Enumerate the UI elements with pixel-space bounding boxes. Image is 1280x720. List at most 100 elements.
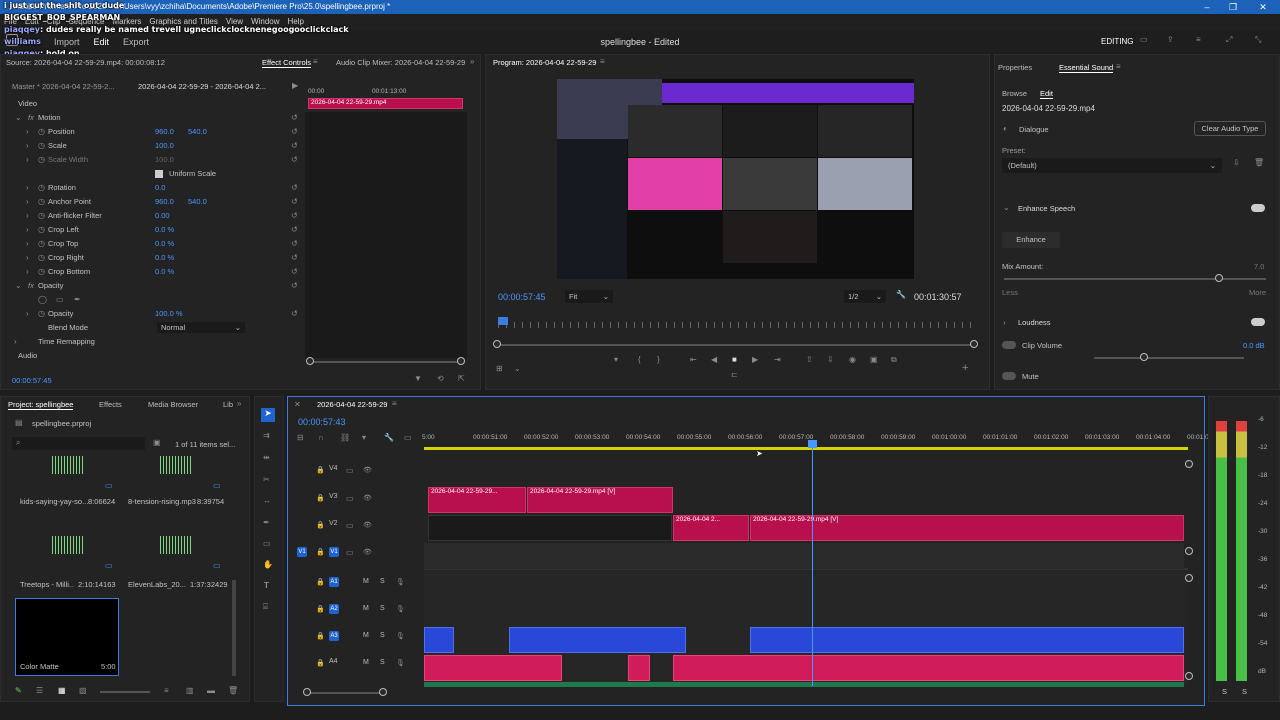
mark-out-icon[interactable]: } xyxy=(657,355,660,364)
trim-icon[interactable]: ⊏ xyxy=(731,370,738,379)
video-clip[interactable]: 2026-04-04 22-59-29... xyxy=(428,487,526,513)
sync-lock-icon[interactable]: ▭ xyxy=(346,521,354,530)
captions-tool-icon[interactable]: ⌸ xyxy=(263,602,268,612)
ellipse-mask-icon[interactable]: ◯ xyxy=(38,295,47,304)
reset-icon[interactable]: ↺ xyxy=(291,281,298,290)
ec-prop-value[interactable]: 540.0 xyxy=(188,127,207,136)
solo-track-button[interactable]: S xyxy=(380,659,385,666)
program-zoom-left[interactable] xyxy=(493,340,501,348)
sort-icon[interactable]: ≡ xyxy=(164,686,169,695)
chevron-right-icon[interactable]: › xyxy=(26,197,29,206)
maximize-icon[interactable]: ❐ xyxy=(1222,0,1244,14)
source-patch-v1[interactable]: V1 xyxy=(297,547,307,557)
lock-icon[interactable]: 🔒 xyxy=(316,548,325,556)
chevron-right-icon[interactable]: › xyxy=(26,253,29,262)
ec-prop-value[interactable]: 0.00 xyxy=(155,211,170,220)
chevron-right-icon[interactable]: › xyxy=(26,309,29,318)
ec-zoom-scrollbar[interactable] xyxy=(310,361,462,363)
stopwatch-icon[interactable]: ◷ xyxy=(38,141,45,150)
button-editor-icon[interactable]: + xyxy=(962,362,968,374)
program-zoom-scrollbar[interactable] xyxy=(498,344,975,346)
solo-track-button[interactable]: S xyxy=(380,605,385,612)
clip-volume-toggle[interactable] xyxy=(1002,341,1016,349)
item-name[interactable]: Color Matte xyxy=(20,662,59,671)
stopwatch-icon[interactable]: ◷ xyxy=(38,225,45,234)
program-playhead[interactable] xyxy=(498,317,508,325)
share-icon[interactable]: ⇪ xyxy=(1167,35,1174,44)
lock-icon[interactable]: 🔒 xyxy=(316,521,325,529)
captions-icon[interactable]: ▭ xyxy=(404,433,412,442)
step-forward-icon[interactable]: ▶ xyxy=(752,355,758,364)
item-name[interactable]: ElevenLabs_20... xyxy=(128,580,186,589)
solo-right-button[interactable]: S xyxy=(1242,687,1247,696)
audio-thumb-4[interactable] xyxy=(160,536,192,554)
playhead-timecode[interactable]: 00:00:57:45 xyxy=(498,292,546,302)
reset-icon[interactable]: ↺ xyxy=(291,127,298,136)
chevron-down-icon[interactable]: ⌄ xyxy=(1003,203,1010,212)
lock-icon[interactable]: 🔒 xyxy=(316,578,325,586)
chevron-icon[interactable]: ⌄ xyxy=(15,113,22,122)
lock-icon[interactable]: 🔒 xyxy=(316,659,325,667)
reset-icon[interactable]: ↺ xyxy=(291,211,298,220)
reset-icon[interactable]: ↺ xyxy=(291,183,298,192)
audio-clip-a3[interactable] xyxy=(424,627,454,653)
enhance-speech-toggle[interactable] xyxy=(1251,204,1265,212)
track-target-a1[interactable]: A1 xyxy=(329,577,339,587)
add-marker-icon[interactable]: ▾ xyxy=(614,355,618,364)
comparison-view-icon[interactable]: ▣ xyxy=(870,355,878,364)
microphone-icon[interactable]: 🎙 xyxy=(396,578,405,586)
list-view-icon[interactable]: ☰ xyxy=(36,686,43,695)
tab-source[interactable]: Source: 2026-04-04 22-59-29.mp4: 00:00:0… xyxy=(6,58,246,67)
stopwatch-icon[interactable]: ◷ xyxy=(38,239,45,248)
stopwatch-icon[interactable]: ◷ xyxy=(38,309,45,318)
fullscreen-icon[interactable]: ⤢ xyxy=(1226,35,1232,45)
video-clip[interactable]: 2026-04-04 22-59-29.mp4 [V] xyxy=(750,515,1184,541)
lock-icon[interactable]: 🔒 xyxy=(316,494,325,502)
mix-amount-value[interactable]: 7.0 xyxy=(1254,262,1264,271)
new-bin-icon[interactable]: ▣ xyxy=(153,438,161,447)
chevron-right-icon[interactable]: › xyxy=(26,127,29,136)
mix-amount-knob[interactable] xyxy=(1214,274,1223,282)
workspace-label[interactable]: EDITING xyxy=(1101,37,1133,46)
track-target-a4[interactable]: A4 xyxy=(329,658,338,665)
mark-in-icon[interactable]: { xyxy=(638,355,641,364)
chevron-right-icon[interactable]: › xyxy=(26,239,29,248)
automate-icon[interactable]: ▥ xyxy=(186,686,194,695)
show-timeline-icon[interactable]: ▶ xyxy=(292,81,298,90)
audio-clip-a3[interactable] xyxy=(750,627,1184,653)
ec-prop-value[interactable]: 100.0 % xyxy=(155,309,183,318)
rectangle-tool-icon[interactable]: ▭ xyxy=(263,539,271,548)
program-timeruler[interactable] xyxy=(498,322,976,328)
freeform-view-icon[interactable]: ▧ xyxy=(79,686,87,695)
chevron-right-icon[interactable]: › xyxy=(26,155,29,164)
microphone-icon[interactable]: 🎙 xyxy=(396,659,405,667)
reset-icon[interactable]: ↺ xyxy=(291,267,298,276)
solo-track-button[interactable]: S xyxy=(380,632,385,639)
stopwatch-icon[interactable]: ◷ xyxy=(38,183,45,192)
timeline-timecode[interactable]: 00:00:57:43 xyxy=(298,417,346,427)
work-area-bar[interactable] xyxy=(424,447,1188,450)
stop-icon[interactable]: ■ xyxy=(732,355,737,364)
mute-toggle[interactable] xyxy=(1002,372,1016,380)
track-target-v1[interactable]: V1 xyxy=(329,547,339,557)
reset-icon[interactable]: ↺ xyxy=(291,197,298,206)
export-icon[interactable]: ⇱ xyxy=(458,374,465,383)
stopwatch-icon[interactable]: ◷ xyxy=(38,253,45,262)
ec-keyframe-area[interactable] xyxy=(305,112,467,358)
item-name[interactable]: 8-tension-rising.mp3 xyxy=(128,497,198,506)
reset-icon[interactable]: ↺ xyxy=(291,239,298,248)
project-search-input[interactable] xyxy=(12,437,145,450)
mute-track-button[interactable]: M xyxy=(363,632,369,639)
feedback-icon[interactable]: ⤡ xyxy=(1255,35,1261,45)
rectangle-mask-icon[interactable]: ▭ xyxy=(56,295,64,304)
timeline-vscroll-handle[interactable] xyxy=(1185,672,1193,680)
timeline-playhead[interactable] xyxy=(812,440,813,686)
track-target-a2[interactable]: A2 xyxy=(329,604,339,614)
ripple-edit-tool-icon[interactable]: ⇹ xyxy=(263,453,270,462)
enhance-button[interactable]: Enhance xyxy=(1002,232,1060,248)
lock-icon[interactable]: 🔒 xyxy=(316,466,325,474)
linked-selection-icon[interactable]: ⛓ xyxy=(340,433,350,442)
subtab-edit[interactable]: Edit xyxy=(1040,89,1053,99)
tab-media-browser[interactable]: Media Browser xyxy=(148,400,198,409)
quick-export-icon[interactable]: ≡ xyxy=(1196,35,1201,44)
